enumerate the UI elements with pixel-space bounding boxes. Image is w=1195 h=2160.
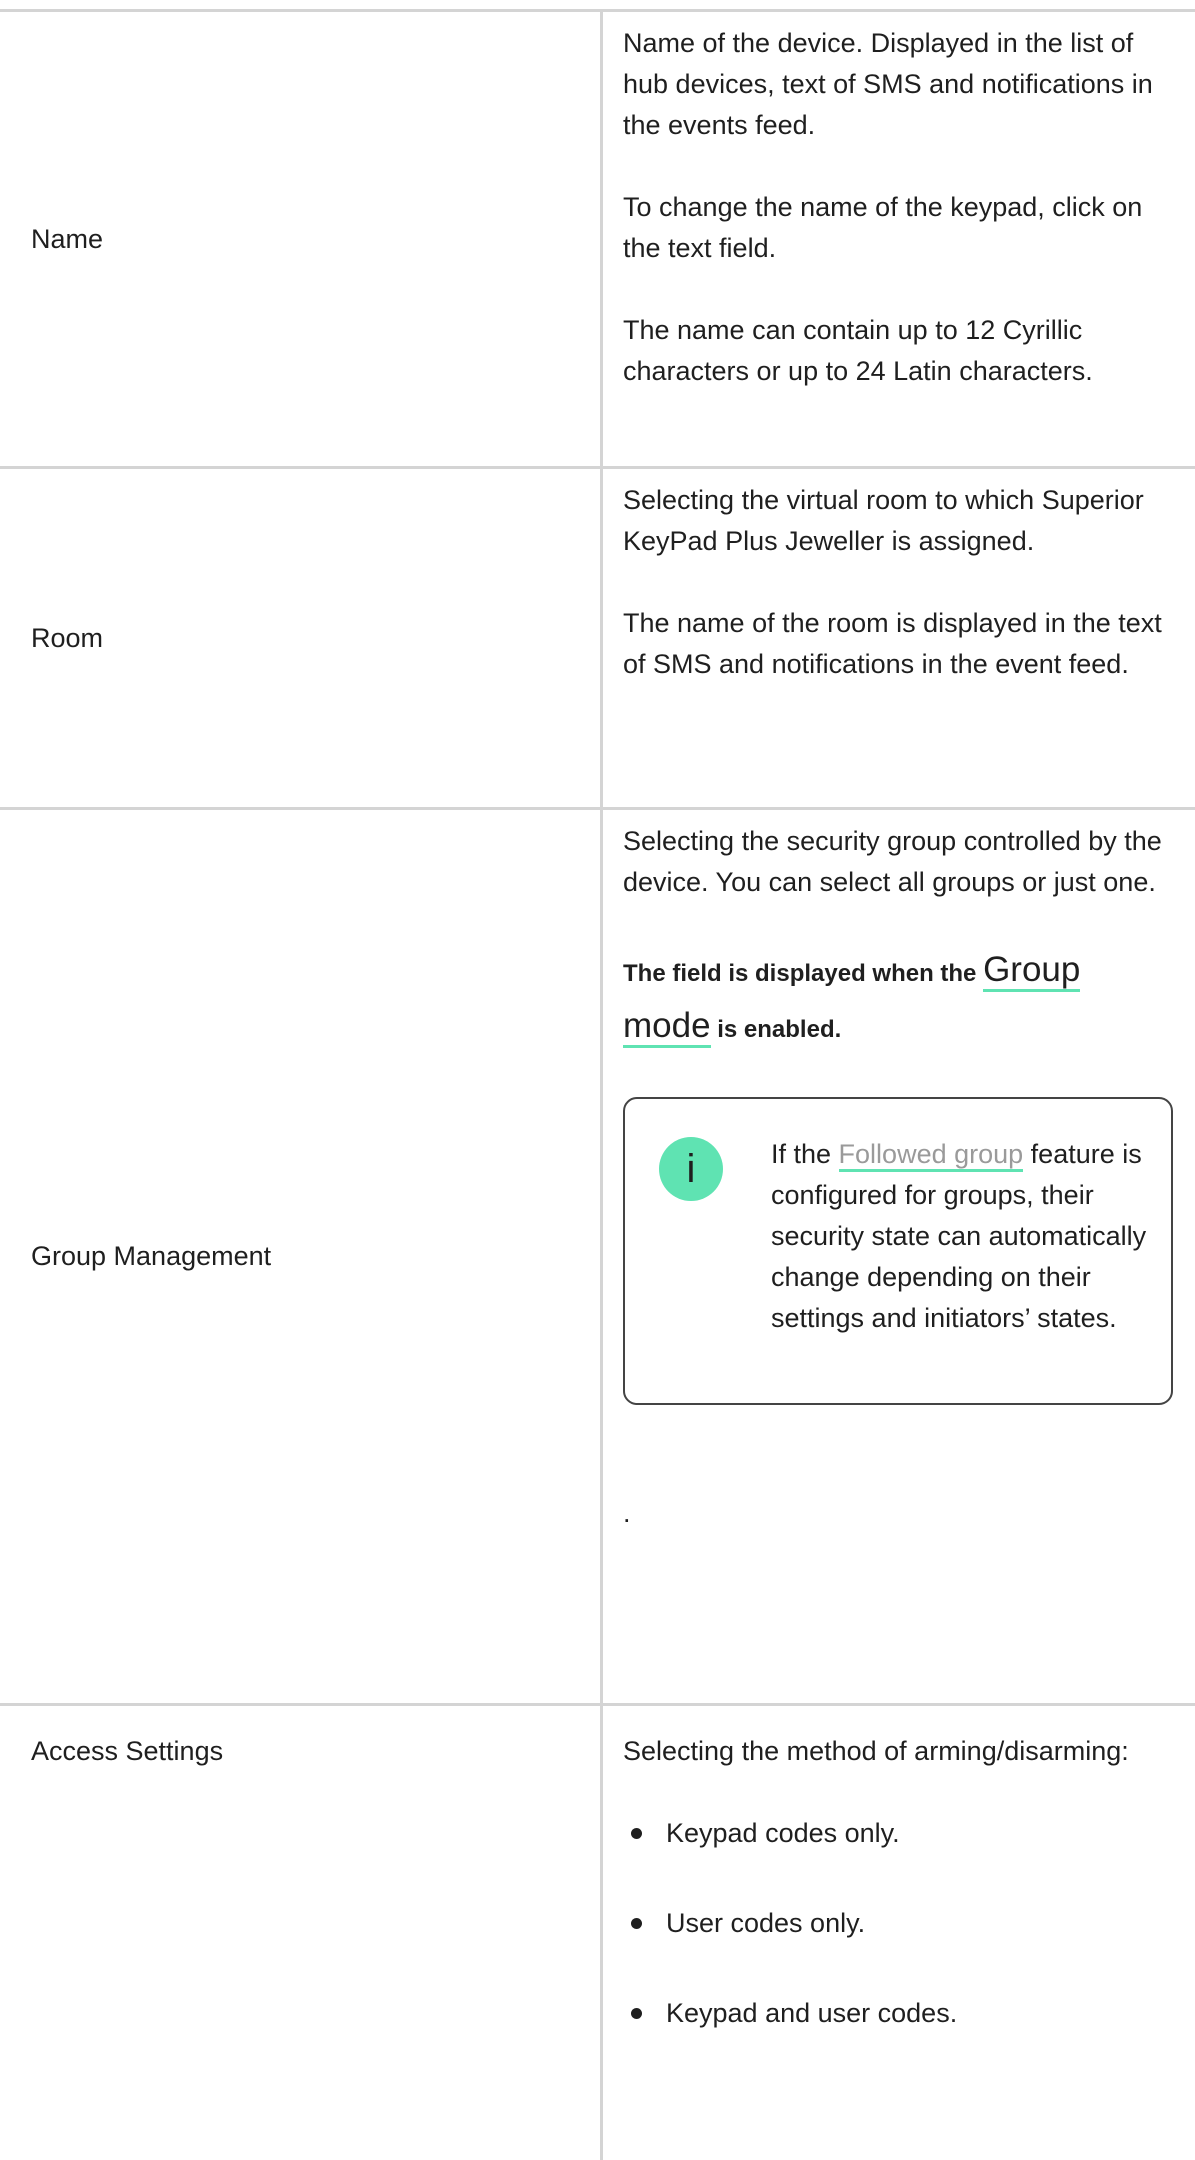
table-row-access-settings: Access Settings Selecting the method of …: [0, 1706, 1195, 2160]
list-item-text: User codes only.: [666, 1908, 866, 1938]
table-row-name: Name Name of the device. Displayed in th…: [0, 12, 1195, 469]
description-paragraph: Selecting the security group controlled …: [623, 826, 1162, 897]
row-label: Name: [0, 12, 603, 466]
row-label: Room: [0, 469, 603, 807]
note-prefix: The field is displayed when the: [623, 960, 984, 987]
bullet-icon: [631, 2008, 642, 2019]
list-item-text: Keypad codes only.: [666, 1818, 900, 1848]
row-description: Name of the device. Displayed in the lis…: [603, 12, 1195, 466]
description-paragraph: Name of the device. Displayed in the lis…: [623, 28, 1153, 140]
row-description: Selecting the virtual room to which Supe…: [603, 469, 1195, 807]
group-mode-note: The field is displayed when the Group mo…: [623, 944, 1177, 1056]
info-text: If the Followed group feature is configu…: [771, 1134, 1151, 1339]
note-suffix: is enabled.: [710, 1016, 842, 1043]
description-paragraph: Selecting the virtual room to which Supe…: [623, 485, 1144, 556]
list-item: Keypad codes only.: [623, 1813, 1177, 1854]
access-intro: Selecting the method of arming/disarming…: [623, 1736, 1129, 1766]
bullet-icon: [631, 1828, 642, 1839]
trailing-text: .: [623, 1498, 631, 1528]
settings-table: Name Name of the device. Displayed in th…: [0, 9, 1195, 2160]
table-row-room: Room Selecting the virtual room to which…: [0, 469, 1195, 810]
list-item: User codes only.: [623, 1903, 1177, 1944]
row-description: Selecting the security group controlled …: [603, 810, 1195, 1703]
info-callout: i If the Followed group feature is confi…: [623, 1097, 1173, 1405]
row-label: Group Management: [0, 810, 603, 1703]
info-text-before: If the: [771, 1139, 839, 1169]
description-paragraph: The name of the room is displayed in the…: [623, 608, 1162, 679]
table-row-group-management: Group Management Selecting the security …: [0, 810, 1195, 1706]
row-label: Access Settings: [0, 1706, 603, 2160]
description-paragraph: The name can contain up to 12 Cyrillic c…: [623, 315, 1093, 386]
followed-group-link[interactable]: Followed group: [838, 1139, 1024, 1172]
row-description: Selecting the method of arming/disarming…: [603, 1706, 1195, 2160]
access-options-list: Keypad codes only. User codes only. Keyp…: [623, 1813, 1177, 2034]
list-item-text: Keypad and user codes.: [666, 1998, 958, 2028]
info-icon: i: [659, 1137, 723, 1201]
description-paragraph: To change the name of the keypad, click …: [623, 192, 1143, 263]
list-item: Keypad and user codes.: [623, 1993, 1177, 2034]
bullet-icon: [631, 1918, 642, 1929]
